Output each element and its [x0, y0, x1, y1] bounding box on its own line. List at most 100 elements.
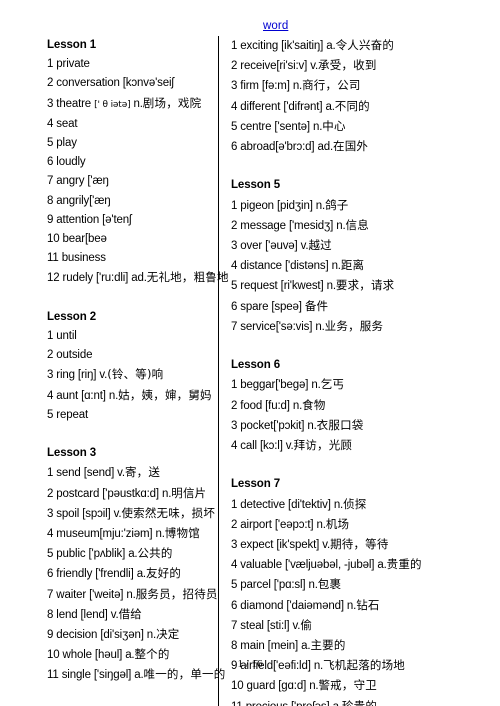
- entry-word: send: [56, 467, 81, 480]
- entry-part-of-speech: ad.: [131, 272, 147, 285]
- entry-word: guard: [246, 680, 276, 693]
- entry-definition: 博物馆: [164, 526, 200, 541]
- entry-number: 11: [47, 669, 59, 682]
- entry-number: 5: [47, 408, 54, 421]
- vocabulary-entry: 1 beggar['begə] n.乞丐: [231, 375, 490, 395]
- entry-phonetic: [kɔ:l]: [260, 440, 283, 453]
- entry-phonetic: [di'tektiv]: [288, 498, 331, 511]
- entry-number: 3: [47, 97, 54, 110]
- entry-part-of-speech: n.: [161, 487, 172, 500]
- entry-number: 4: [47, 528, 54, 541]
- vocabulary-entry: 2 outside: [47, 346, 216, 365]
- entry-word: valuable: [240, 559, 282, 572]
- entry-phonetic: [riŋ]: [77, 369, 97, 382]
- entry-number: 7: [47, 588, 54, 601]
- entry-spacer: [47, 425, 216, 444]
- entry-number: 3: [231, 240, 238, 253]
- vocabulary-entry: 5 repeat: [47, 406, 216, 425]
- entry-word: distance: [240, 260, 282, 273]
- lesson-heading: Lesson 5: [231, 179, 281, 192]
- entry-part-of-speech: n.: [315, 199, 326, 212]
- lesson-heading: Lesson 2: [47, 310, 97, 323]
- entry-word: call: [240, 440, 257, 453]
- entry-part-of-speech: n.: [326, 280, 336, 293]
- vocabulary-entry: 10 bear[beə: [47, 230, 216, 249]
- entry-part-of-speech: n.: [307, 419, 317, 432]
- entry-part-of-speech: n.: [108, 389, 119, 402]
- entry-number: 1: [231, 40, 238, 52]
- entry-phonetic: [spɔil]: [82, 507, 111, 520]
- entry-number: 2: [47, 349, 54, 362]
- lesson-heading: Lesson 1: [47, 39, 97, 51]
- vocabulary-entry: 7 waiter ['weitə] n.服务员，招待员: [47, 585, 218, 605]
- entry-word: ring: [56, 369, 75, 382]
- entry-word: bear: [62, 233, 86, 246]
- vocabulary-entry: 1 send [send] v.寄，送: [47, 463, 216, 483]
- entry-number: 11: [231, 701, 243, 706]
- entry-definition: 服务员，招待员: [135, 586, 218, 601]
- entry-word: single: [61, 669, 91, 682]
- entry-word: message: [240, 219, 286, 232]
- entry-definition: 备件: [304, 298, 329, 313]
- entry-phonetic: ['væljuəbəl, -jubəl]: [284, 559, 375, 572]
- entry-word: theatre: [56, 97, 92, 110]
- vocabulary-entry: 3 spoil [spɔil] v.使索然无味，损坏: [47, 504, 216, 524]
- entry-word: over: [240, 240, 263, 253]
- entry-number: 1: [47, 330, 54, 343]
- entry-phonetic: ['pɑ:sl]: [273, 579, 306, 592]
- entry-phonetic: ['sentə]: [274, 120, 310, 133]
- entry-definition: 寄，送: [124, 465, 161, 480]
- entry-word: parcel: [240, 579, 271, 592]
- entry-definition: 明信片: [171, 485, 207, 500]
- vocabulary-entry: 2 postcard ['pəustkɑ:d] n.明信片: [47, 484, 216, 504]
- vocabulary-entry: 6 diamond ['daiəmənd] n.钻石: [231, 596, 490, 616]
- entry-part-of-speech: v.: [110, 608, 119, 621]
- entry-phonetic: ['weitə]: [89, 588, 124, 601]
- vocabulary-entry: 6 friendly ['frendli] a.友好的: [47, 564, 216, 584]
- entry-definition: 友好的: [145, 566, 182, 581]
- entry-word: museum: [56, 528, 100, 541]
- entry-definition: 机场: [325, 516, 350, 531]
- entry-part-of-speech: n.: [315, 320, 325, 333]
- vocabulary-entry: 2 receive[ri'si:v] v.承受，收到: [231, 56, 490, 76]
- entry-word: detective: [240, 498, 285, 511]
- entry-part-of-speech: a.: [333, 701, 342, 706]
- entry-spacer: [47, 686, 216, 705]
- entry-definition: 包裹: [317, 577, 342, 592]
- entry-number: 2: [231, 219, 238, 232]
- vocabulary-entry: 5 play: [47, 134, 216, 153]
- entry-definition: 信息: [345, 217, 369, 232]
- right-column: 1 exciting [ik'saitiŋ] a.令人兴奋的 2 receive[…: [218, 36, 500, 706]
- entry-definition: 业务，服务: [324, 318, 384, 333]
- entry-number: 7: [231, 320, 238, 333]
- entry-word: repeat: [56, 408, 89, 421]
- entry-word: seat: [56, 117, 78, 130]
- vocabulary-entry: 7 service['sə:vis] n.业务，服务: [231, 317, 490, 337]
- entry-phonetic: ['pʌblik]: [88, 548, 126, 561]
- entry-part-of-speech: n.: [155, 528, 165, 541]
- entry-word: angry: [56, 175, 85, 188]
- entry-spacer: [47, 289, 216, 308]
- entry-number: 6: [231, 141, 238, 154]
- entry-number: 6: [47, 156, 54, 169]
- vocabulary-entry: 4 seat: [47, 115, 216, 134]
- entry-phonetic: [lend]: [80, 608, 108, 621]
- entry-number: 10: [231, 680, 244, 693]
- entry-definition: 在国外: [333, 139, 369, 154]
- entry-word: angrily: [56, 194, 90, 207]
- entry-number: 6: [231, 599, 238, 612]
- entry-number: 4: [47, 389, 54, 402]
- entry-number: 3: [231, 419, 238, 432]
- word-hyperlink[interactable]: word: [263, 20, 288, 32]
- entry-part-of-speech: n.: [292, 399, 303, 412]
- entry-part-of-speech: n.: [146, 629, 157, 642]
- entry-phonetic: ['pɔkit]: [273, 419, 305, 432]
- entry-phonetic: ['ru:dli]: [96, 272, 129, 285]
- document-header: word: [263, 16, 288, 32]
- entry-phonetic: [pidʒin]: [276, 199, 313, 212]
- entry-word: request: [240, 280, 278, 293]
- entry-number: 2: [47, 487, 54, 500]
- entry-phonetic: ['difrənt]: [283, 100, 323, 113]
- entry-word: friendly: [56, 568, 93, 581]
- entry-definition: 越过: [308, 238, 332, 253]
